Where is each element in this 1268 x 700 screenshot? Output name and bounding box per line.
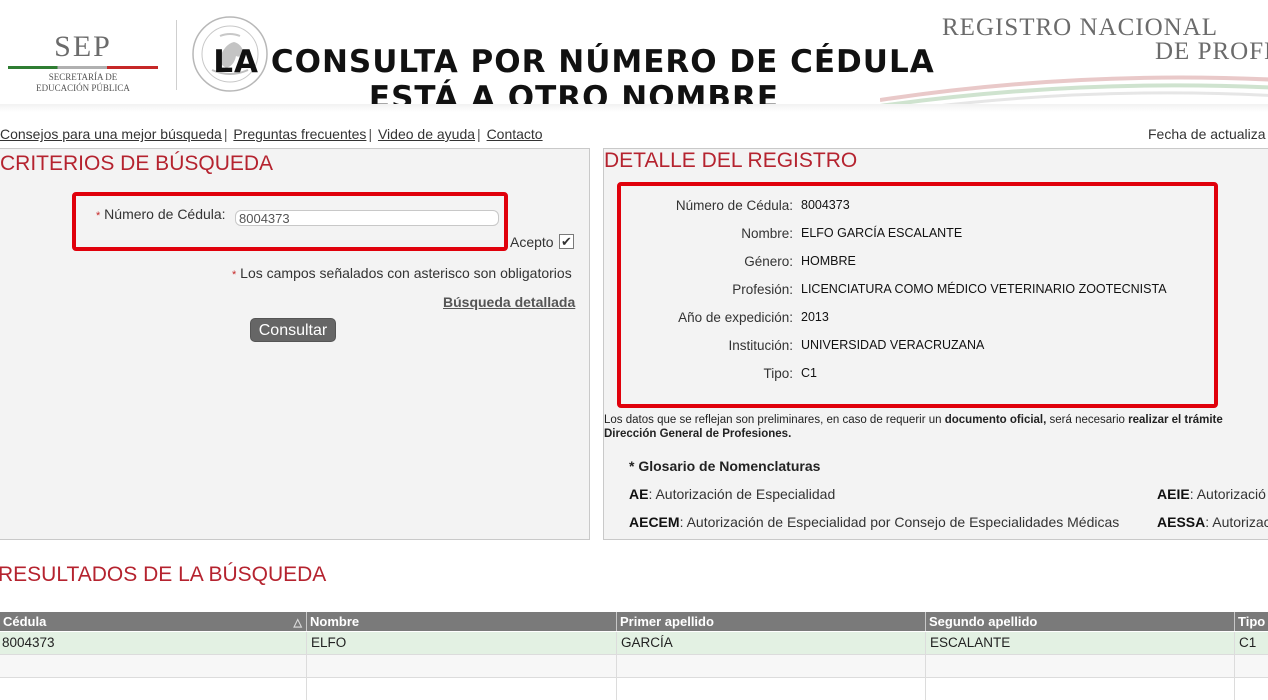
sort-asc-icon[interactable]: △ (294, 614, 302, 633)
table-row[interactable]: 8004373 ELFO GARCÍA ESCALANTE C1 (0, 632, 1268, 654)
checkbox-check-icon: ✔ (561, 234, 572, 249)
column-header-label: Cédula (3, 614, 47, 629)
disclaimer-bold: documento oficial, (944, 414, 1047, 426)
cell-cedula: 8004373 (0, 632, 307, 654)
glossary-abbr: AESSA (1157, 514, 1206, 530)
table-row-empty (0, 678, 1268, 700)
obligatorios-note: * Los campos señalados con asterisco son… (232, 265, 572, 281)
table-header: Cédula △ Nombre Primer apellido Segundo … (0, 612, 1268, 631)
disclaimer-bold: realizar el trámite (1128, 414, 1223, 426)
link-contacto[interactable]: Contacto (487, 126, 543, 142)
glossary-item-aessa: AESSA: Autorizac (1157, 514, 1268, 530)
nav-separator: | (368, 126, 373, 142)
site-header: SEP SECRETARÍA DE EDUCACIÓN PÚBLICA LA C… (0, 0, 1268, 112)
nav-separator: | (223, 126, 228, 142)
column-header-segundo-apellido[interactable]: Segundo apellido (926, 612, 1235, 631)
glossary-abbr: AE (629, 486, 649, 502)
cell-tipo: C1 (1235, 632, 1268, 654)
link-consejos[interactable]: Consejos para una mejor búsqueda (0, 126, 222, 142)
cell-nombre: ELFO (307, 632, 617, 654)
glosario-title: * Glosario de Nomenclaturas (629, 458, 821, 474)
cell-empty (307, 655, 617, 677)
header-swoosh-decoration (880, 75, 1268, 110)
row-divider (0, 677, 1268, 678)
disclaimer-part: Los datos que se reflejan son preliminar… (604, 414, 945, 426)
column-header-cedula[interactable]: Cédula △ (0, 612, 307, 631)
acepto-label: Acepto (510, 234, 554, 250)
table-row-empty (0, 655, 1268, 677)
cell-empty (0, 678, 307, 700)
glossary-desc: : Autorizació (1189, 486, 1266, 502)
cell-primer-apellido: GARCÍA (617, 632, 926, 654)
cell-empty (617, 655, 926, 677)
busqueda-detallada-link[interactable]: Búsqueda detallada (443, 294, 575, 310)
glossary-abbr: AECEM (629, 514, 680, 530)
detalle-title: DETALLE DEL REGISTRO (604, 149, 858, 172)
link-preguntas-frecuentes[interactable]: Preguntas frecuentes (233, 126, 366, 142)
criterios-title: CRITERIOS DE BÚSQUEDA (0, 152, 274, 175)
cell-empty (0, 655, 307, 677)
highlight-box-cedula (72, 192, 508, 251)
resultados-title: RESULTADOS DE LA BÚSQUEDA (0, 563, 327, 586)
highlight-box-detalle (617, 182, 1218, 408)
help-links-bar: Consejos para una mejor búsqueda | Pregun… (0, 126, 543, 142)
required-asterisk: * (232, 269, 237, 281)
cell-empty (617, 678, 926, 700)
glossary-item-aecem: AECEM: Autorización de Especialidad por … (629, 514, 1119, 530)
cell-empty (307, 678, 617, 700)
consultar-button[interactable]: Consultar (250, 318, 336, 342)
cell-empty (926, 678, 1235, 700)
glossary-abbr: AEIE (1157, 486, 1190, 502)
nav-separator: | (477, 126, 481, 142)
link-video-ayuda[interactable]: Video de ayuda (378, 126, 475, 142)
acepto-checkbox[interactable]: ✔ (559, 234, 574, 249)
cell-empty (926, 655, 1235, 677)
glossary-desc: : Autorización de Especialidad (648, 486, 836, 502)
disclaimer-line-2: Dirección General de Profesiones. (604, 428, 792, 440)
disclaimer-text: Los datos que se reflejan son preliminar… (604, 413, 1268, 441)
column-header-nombre[interactable]: Nombre (307, 612, 617, 631)
cell-segundo-apellido: ESCALANTE (926, 632, 1235, 654)
glossary-item-aeie: AEIE: Autorizació (1157, 486, 1266, 502)
obligatorios-text: Los campos señalados con asterisco son o… (240, 265, 572, 281)
row-divider (0, 654, 1268, 655)
glossary-desc: : Autorizac (1205, 514, 1268, 530)
fecha-actualizacion: Fecha de actualiza (1148, 126, 1266, 142)
glossary-item-ae: AE: Autorización de Especialidad (629, 486, 835, 502)
column-header-tipo[interactable]: Tipo (1235, 612, 1268, 631)
glossary-desc: : Autorización de Especialidad por Conse… (679, 514, 1120, 530)
disclaimer-part: será necesario (1046, 414, 1129, 426)
column-header-primer-apellido[interactable]: Primer apellido (617, 612, 926, 631)
header-shadow (0, 104, 1268, 112)
